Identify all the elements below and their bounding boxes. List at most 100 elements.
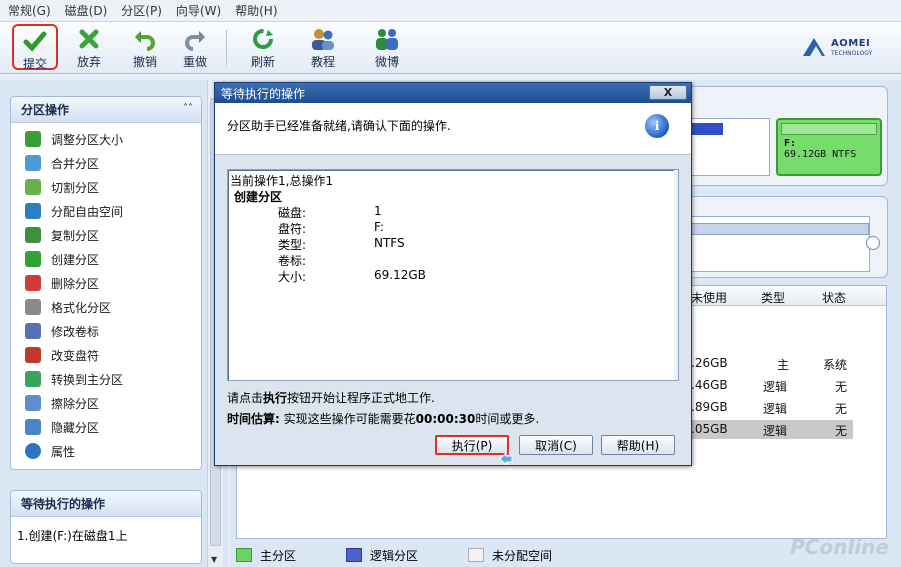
hide-icon (25, 419, 41, 435)
op-split[interactable]: 切割分区 (11, 175, 201, 199)
discard-button[interactable]: 放弃 (66, 24, 112, 70)
disk2-partition-block[interactable] (690, 216, 870, 272)
legend-swatch (346, 548, 363, 562)
menu-wizard[interactable]: 向导(W) (176, 2, 221, 19)
cancel-button[interactable]: 取消(C) (519, 435, 593, 455)
cell-status: 无 (835, 424, 848, 438)
pending-ops-dialog: 等待执行的操作 X 分区助手已经准备就绪,请确认下面的操作. i 当前操作1,总… (214, 82, 692, 466)
pointer-cursor-icon (499, 451, 513, 465)
field-key: 盘符: (278, 222, 307, 236)
field-value: 1 (374, 204, 382, 218)
time-value: 00:00:30 (415, 412, 476, 426)
col-unused[interactable]: 未使用 (691, 289, 727, 306)
tutorial-button[interactable]: 教程 (300, 24, 346, 70)
drive-letter-icon (25, 347, 41, 363)
legend-primary: 主分区 (236, 547, 296, 564)
weibo-people-icon (374, 27, 400, 51)
op-create[interactable]: 创建分区 (11, 247, 201, 271)
cell-type: 逻辑 (763, 424, 788, 438)
legend-label: 逻辑分区 (370, 548, 419, 563)
menu-bar: 常规(G) 磁盘(D) 分区(P) 向导(W) 帮助(H) (0, 0, 901, 22)
dialog-close-button[interactable]: X (649, 85, 687, 100)
legend-logical: 逻辑分区 (346, 547, 418, 564)
execute-hint: 请点击执行按钮开始让程序正式地工作. (227, 389, 435, 406)
weibo-button[interactable]: 微博 (364, 24, 410, 70)
allocate-icon (25, 203, 41, 219)
op-hide[interactable]: 隐藏分区 (11, 415, 201, 439)
legend-label: 未分配空间 (492, 548, 553, 563)
refresh-button[interactable]: 刷新 (240, 24, 286, 70)
cell-unused: .46GB (691, 378, 728, 392)
pending-ops-title: 等待执行的操作 (21, 497, 106, 511)
hint-text: 按钮开始让程序正式地工作. (287, 391, 435, 405)
field-value: NTFS (374, 236, 405, 250)
help-button[interactable]: 帮助(H) (601, 435, 675, 455)
col-type[interactable]: 类型 (761, 289, 785, 306)
details-scrollbar[interactable] (674, 170, 678, 380)
collapse-chevron-icon[interactable]: ˄˄ (183, 103, 193, 114)
resize-icon (25, 131, 41, 147)
cell-unused: .26GB (691, 356, 728, 370)
partition-f-size: 69.12GB NTFS (784, 149, 857, 160)
scroll-down-icon[interactable]: ▼ (211, 555, 217, 564)
partition-f-block[interactable]: F: 69.12GB NTFS (776, 118, 882, 176)
refresh-icon (250, 27, 276, 51)
partition-blue-block[interactable] (690, 118, 770, 176)
menu-disk[interactable]: 磁盘(D) (65, 2, 108, 19)
legend-swatch (468, 548, 485, 562)
menu-partition[interactable]: 分区(P) (121, 2, 162, 19)
redo-icon (182, 27, 208, 51)
redo-button[interactable]: 重做 (172, 24, 218, 70)
undo-button[interactable]: 撤销 (122, 24, 168, 70)
pending-ops-header: 等待执行的操作 (11, 491, 201, 517)
legend-swatch (236, 548, 252, 562)
op-format[interactable]: 格式化分区 (11, 295, 201, 319)
dialog-message-area: 分区助手已经准备就绪,请确认下面的操作. i (215, 103, 691, 155)
pending-op-item[interactable]: 1.创建(F:)在磁盘1上 (11, 517, 201, 554)
legend-unallocated: 未分配空间 (468, 547, 552, 564)
commit-label: 提交 (22, 57, 47, 71)
op-label: 擦除分区 (51, 396, 100, 411)
op-change-letter[interactable]: 改变盘符 (11, 343, 201, 367)
op-label: 调整分区大小 (51, 132, 124, 147)
logo-sub: TECHNOLOGY (831, 50, 873, 57)
op-allocate-free-space[interactable]: 分配自由空间 (11, 199, 201, 223)
usage-bar (781, 123, 877, 135)
op-copy[interactable]: 复制分区 (11, 223, 201, 247)
cell-unused: .89GB (691, 400, 728, 414)
merge-icon (25, 155, 41, 171)
execute-button[interactable]: 执行(P) (435, 435, 509, 455)
hint-bold: 执行 (263, 391, 288, 405)
op-delete[interactable]: 删除分区 (11, 271, 201, 295)
op-convert-primary[interactable]: 转换到主分区 (11, 367, 201, 391)
op-wipe[interactable]: 擦除分区 (11, 391, 201, 415)
dialog-titlebar[interactable]: 等待执行的操作 (215, 83, 691, 103)
partition-ops-panel: 分区操作 ˄˄ 调整分区大小 合并分区 切割分区 分配自由空间 复制分区 创建分… (10, 96, 202, 470)
discard-icon (76, 27, 102, 51)
menu-help[interactable]: 帮助(H) (235, 2, 277, 19)
checkmark-icon (22, 29, 48, 53)
menu-general[interactable]: 常规(G) (8, 2, 51, 19)
cell-type: 主 (777, 358, 790, 372)
tutorial-label: 教程 (310, 55, 335, 69)
op-label: 格式化分区 (51, 300, 112, 315)
operation-details-box[interactable]: 当前操作1,总操作1 创建分区 磁盘: 1 盘符: F: 类型: NTFS 卷标… (227, 169, 679, 381)
zoom-slider-knob[interactable] (866, 236, 880, 250)
op-change-label[interactable]: 修改卷标 (11, 319, 201, 343)
time-text: 实现这些操作可能需要花 (279, 412, 416, 426)
cell-type: 逻辑 (763, 380, 788, 394)
toolbar: 提交 放弃 撤销 重做 刷新 教程 微博 AOMEI TECHNOLOGY (0, 22, 901, 74)
op-label: 改变盘符 (51, 348, 100, 363)
redo-label: 重做 (182, 55, 207, 69)
people-icon (310, 27, 336, 51)
op-properties[interactable]: 属性 (11, 439, 201, 463)
partition-ops-header[interactable]: 分区操作 ˄˄ (11, 97, 201, 123)
field-key: 卷标: (278, 254, 307, 268)
op-resize[interactable]: 调整分区大小 (11, 127, 201, 151)
op-merge[interactable]: 合并分区 (11, 151, 201, 175)
col-status[interactable]: 状态 (822, 289, 846, 306)
format-icon (25, 299, 41, 315)
commit-button[interactable]: 提交 (12, 24, 58, 71)
op-title: 创建分区 (234, 190, 283, 204)
usage-bar (691, 223, 869, 235)
